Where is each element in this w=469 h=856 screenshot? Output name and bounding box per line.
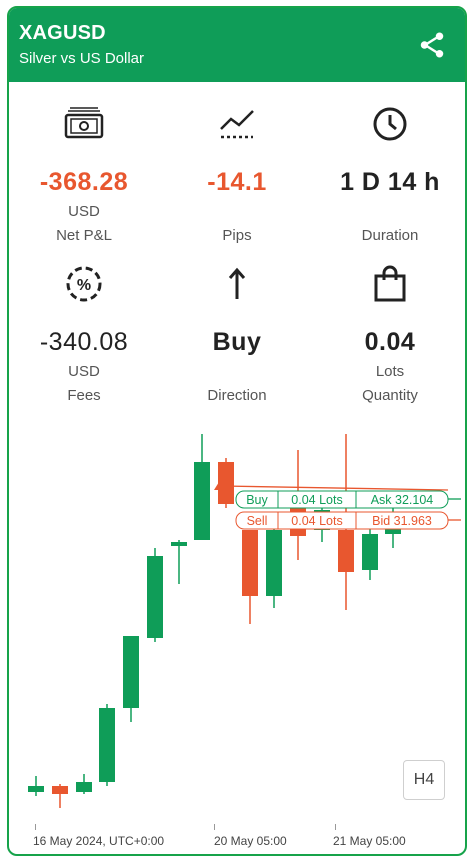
timeframe-button[interactable]: H4 bbox=[403, 760, 445, 800]
stat-fees: % -340.08 USD Fees bbox=[9, 264, 159, 404]
duration-unit bbox=[315, 203, 465, 221]
sell-tag-side: Sell bbox=[247, 514, 268, 528]
buy-tag-price: Ask 32.104 bbox=[371, 493, 434, 507]
pips-unit bbox=[162, 203, 312, 221]
header-bar: XAGUSD Silver vs US Dollar bbox=[9, 8, 465, 82]
trend-line-icon bbox=[162, 104, 312, 144]
sell-order-tag[interactable]: Sell 0.04 Lots Bid 31.963 bbox=[235, 511, 449, 530]
pips-value: -14.1 bbox=[207, 168, 267, 196]
net-pnl-value: -368.28 bbox=[39, 168, 129, 196]
candle-body bbox=[171, 542, 187, 546]
direction-value: Buy bbox=[212, 328, 262, 356]
direction-unit bbox=[162, 363, 312, 381]
pips-label: Pips bbox=[222, 227, 252, 244]
buy-order-tag[interactable]: Buy 0.04 Lots Ask 32.104 bbox=[235, 490, 449, 509]
candle-body bbox=[338, 530, 354, 572]
candle-body bbox=[194, 462, 210, 540]
arrow-up-icon bbox=[162, 264, 312, 304]
stat-direction: Buy Direction bbox=[162, 264, 312, 404]
duration-value: 1 D 14 h bbox=[340, 168, 440, 196]
share-icon[interactable] bbox=[417, 30, 447, 60]
time-label-mid: 20 May 05:00 bbox=[214, 834, 287, 848]
candle-body bbox=[147, 556, 163, 638]
stat-duration: 1 D 14 h Duration bbox=[315, 104, 465, 244]
stat-pips: -14.1 Pips bbox=[162, 104, 312, 244]
percent-dashed-icon: % bbox=[9, 264, 159, 304]
candles-group bbox=[28, 434, 401, 808]
fees-unit: USD bbox=[68, 363, 100, 380]
trade-details-card: XAGUSD Silver vs US Dollar -368.28 USD N… bbox=[7, 6, 467, 856]
stat-net-pnl: -368.28 USD Net P&L bbox=[9, 104, 159, 244]
candle-body bbox=[52, 786, 68, 794]
candle-body bbox=[266, 530, 282, 596]
cash-icon bbox=[9, 104, 159, 144]
net-pnl-unit: USD bbox=[68, 203, 100, 220]
time-tick bbox=[214, 824, 215, 830]
sell-tag-price: Bid 31.963 bbox=[372, 514, 432, 528]
candle-body bbox=[76, 782, 92, 792]
candle-body bbox=[28, 786, 44, 792]
candle-body bbox=[362, 534, 378, 570]
fees-label: Fees bbox=[67, 387, 101, 404]
svg-text:%: % bbox=[77, 277, 91, 294]
direction-label: Direction bbox=[207, 387, 267, 404]
time-label-start: 16 May 2024, UTC+0:00 bbox=[33, 834, 165, 848]
quantity-unit: Lots bbox=[375, 363, 405, 380]
buy-tag-lots: 0.04 Lots bbox=[291, 493, 342, 507]
time-tick bbox=[35, 824, 36, 830]
entry-line bbox=[221, 485, 449, 491]
candle-body bbox=[123, 636, 139, 708]
time-tick bbox=[335, 824, 336, 830]
candle-body bbox=[99, 708, 115, 782]
symbol-title: XAGUSD bbox=[19, 22, 106, 44]
candle-body bbox=[242, 530, 258, 596]
buy-tag-side: Buy bbox=[246, 493, 268, 507]
fees-value: -340.08 bbox=[39, 328, 129, 356]
sell-tag-lots: 0.04 Lots bbox=[291, 514, 342, 528]
time-label-end: 21 May 05:00 bbox=[333, 834, 406, 848]
price-chart[interactable]: Buy 0.04 Lots Ask 32.104 Sell 0.04 Lots … bbox=[9, 424, 465, 856]
quantity-label: Quantity bbox=[362, 387, 418, 404]
stat-quantity: 0.04 Lots Quantity bbox=[315, 264, 465, 404]
net-pnl-label: Net P&L bbox=[56, 227, 112, 244]
shopping-bag-icon bbox=[315, 264, 465, 304]
clock-icon bbox=[315, 104, 465, 144]
duration-label: Duration bbox=[361, 227, 419, 244]
symbol-description: Silver vs US Dollar bbox=[19, 50, 145, 67]
quantity-value: 0.04 bbox=[364, 328, 416, 356]
